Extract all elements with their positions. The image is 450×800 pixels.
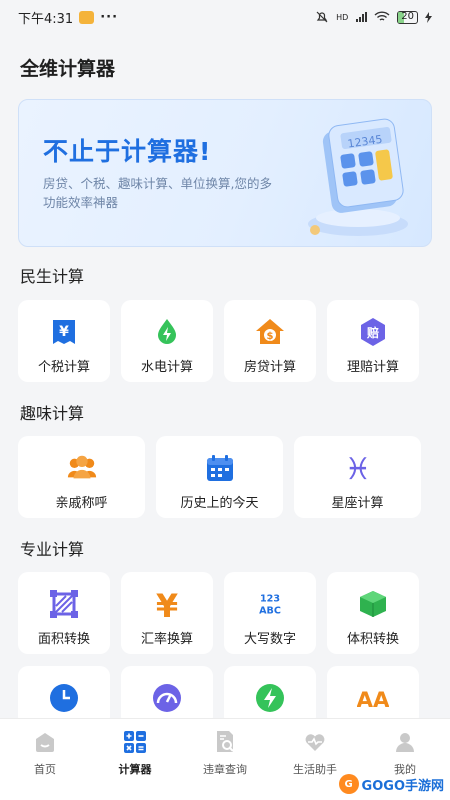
- tab-calculator[interactable]: 计算器: [90, 719, 180, 800]
- tile-time[interactable]: [18, 666, 110, 726]
- tile-power[interactable]: [224, 666, 316, 726]
- mortgage-icon: $: [254, 316, 286, 348]
- promo-banner[interactable]: 不止于计算器! 房贷、个税、趣味计算、单位换算,您的多功能效率神器 12345: [18, 99, 432, 247]
- svg-text:♓: ♓: [344, 452, 371, 484]
- battery-level: 20: [401, 10, 414, 22]
- mute-icon: [316, 11, 328, 23]
- section-title-minsheng: 民生计算: [20, 267, 85, 286]
- tab-label: 生活助手: [293, 763, 337, 776]
- pisces-icon: ♓: [342, 452, 374, 484]
- wifi-icon: [374, 11, 390, 21]
- watermark-badge: G: [338, 774, 359, 794]
- tile-label: 亲戚称呼: [55, 496, 108, 511]
- tile-font-size[interactable]: AA: [327, 666, 419, 726]
- claim-icon: 赔: [357, 316, 389, 348]
- tile-label: 水电计算: [140, 360, 193, 375]
- tile-area[interactable]: 面积转换: [18, 572, 110, 654]
- signal-icon: [356, 12, 368, 22]
- tile-speed[interactable]: [121, 666, 213, 726]
- tile-relatives[interactable]: 亲戚称呼: [18, 436, 145, 518]
- page-title: 全维计算器: [20, 58, 116, 80]
- svg-text:¥: ¥: [59, 324, 69, 340]
- calculator-icon: [122, 729, 148, 755]
- tile-volume[interactable]: 体积转换: [327, 572, 419, 654]
- svg-text:AA: AA: [357, 688, 389, 713]
- status-right: HD 20: [315, 10, 432, 24]
- violation-query-icon: [212, 729, 238, 755]
- status-left: 下午4:31 ···: [18, 8, 118, 27]
- tab-label: 违章查询: [203, 763, 247, 776]
- tile-mortgage[interactable]: $ 房贷计算: [224, 300, 316, 382]
- utility-icon: [151, 316, 183, 348]
- status-time: 下午4:31: [18, 11, 74, 27]
- font-size-icon: AA: [357, 682, 389, 714]
- svg-text:$: $: [267, 331, 274, 342]
- svg-text:¥: ¥: [156, 588, 178, 620]
- charging-icon: [425, 11, 432, 23]
- watermark-text: GOGO手游网: [361, 778, 444, 794]
- chat-notification-icon: [79, 10, 95, 24]
- tab-home[interactable]: 首页: [0, 719, 90, 800]
- heart-icon: [302, 729, 328, 755]
- banner-subtitle: 房贷、个税、趣味计算、单位换算,您的多功能效率神器: [43, 176, 272, 210]
- tile-exchange[interactable]: ¥ 汇率换算: [121, 572, 213, 654]
- tile-label: 面积转换: [37, 632, 90, 647]
- section-title-zhuanye: 专业计算: [20, 540, 85, 559]
- tile-tax[interactable]: ¥ 个税计算: [18, 300, 110, 382]
- power-icon: [254, 682, 286, 714]
- calendar-icon: [204, 452, 236, 484]
- tab-label: 计算器: [118, 763, 152, 776]
- tile-history-today[interactable]: 历史上的今天: [156, 436, 283, 518]
- numbers-icon: 123 ABC: [254, 588, 286, 620]
- svg-text:ABC: ABC: [259, 606, 281, 617]
- svg-text:123: 123: [260, 594, 280, 605]
- tile-label: 汇率换算: [140, 632, 193, 647]
- tile-label: 历史上的今天: [180, 496, 259, 511]
- svg-text:赔: 赔: [366, 325, 379, 340]
- signal-label: HD: [336, 12, 349, 22]
- tab-label: 首页: [34, 763, 56, 776]
- more-notifications-icon: ···: [100, 9, 119, 25]
- volume-icon: [357, 588, 389, 620]
- clock-icon: [48, 682, 80, 714]
- tile-label: 大写数字: [243, 632, 296, 647]
- home-icon: [32, 729, 58, 755]
- banner-title: 不止于计算器!: [43, 137, 212, 166]
- tab-violation-query[interactable]: 违章查询: [180, 719, 270, 800]
- tile-label: 星座计算: [331, 496, 384, 511]
- tile-utility[interactable]: 水电计算: [121, 300, 213, 382]
- calculator-illustration-icon: 12345: [308, 118, 408, 236]
- tile-claim[interactable]: 赔 理赔计算: [327, 300, 419, 382]
- battery-icon: 20: [397, 10, 418, 24]
- tile-zodiac[interactable]: ♓ 星座计算: [294, 436, 421, 518]
- tile-capital-numbers[interactable]: 123 ABC 大写数字: [224, 572, 316, 654]
- profile-icon: [392, 729, 418, 755]
- relatives-icon: [66, 452, 98, 484]
- tile-label: 房贷计算: [243, 360, 296, 375]
- area-icon: [48, 588, 80, 620]
- watermark-logo: G GOGO手游网: [338, 774, 444, 794]
- section-title-quwei: 趣味计算: [20, 404, 85, 423]
- tile-label: 理赔计算: [346, 360, 399, 375]
- gauge-icon: [151, 682, 183, 714]
- tile-label: 体积转换: [346, 632, 399, 647]
- tile-label: 个税计算: [37, 360, 90, 375]
- exchange-icon: ¥: [151, 588, 183, 620]
- tax-icon: ¥: [48, 316, 80, 348]
- status-bar: 下午4:31 ··· HD 20: [0, 0, 450, 34]
